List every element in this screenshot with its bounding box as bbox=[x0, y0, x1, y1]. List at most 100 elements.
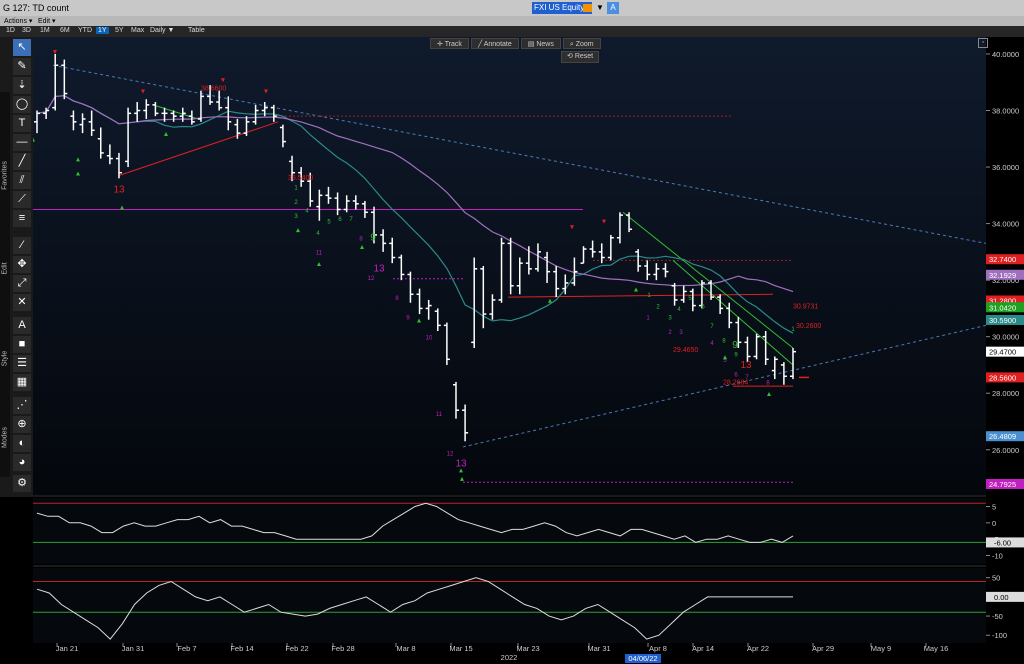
hline-icon[interactable]: — bbox=[13, 134, 31, 151]
edit-menu[interactable]: Edit ▾ bbox=[38, 17, 56, 25]
td-count-label: 12 bbox=[447, 451, 454, 457]
td-count-label: 11 bbox=[316, 251, 323, 257]
track-label: Track bbox=[444, 41, 462, 48]
price-badge-label: 24.7925 bbox=[989, 480, 1016, 489]
arrow-down-icon[interactable]: ⇣ bbox=[13, 77, 31, 94]
crosshair-icon[interactable]: ⊕ bbox=[13, 416, 31, 433]
zoom-button[interactable]: ⌕ Zoom bbox=[562, 38, 601, 49]
settings-icon[interactable]: ⚙ bbox=[13, 475, 31, 492]
date-tick-label: Feb 28 bbox=[331, 644, 354, 653]
reset-button[interactable]: ⟲ Reset bbox=[561, 51, 600, 63]
date-tick-label: Mar 8 bbox=[396, 644, 415, 653]
date-tick-label: Feb 22 bbox=[285, 644, 308, 653]
date-tick-label: Apr 29 bbox=[812, 644, 834, 653]
td-count-label: 10 bbox=[426, 336, 433, 342]
price-badge-label: 30.5900 bbox=[989, 316, 1016, 325]
drawing-toolbar: Favorites Edit Style Modes ↖ ✎ ⇣ ◯ T — ╱ ⫽ ⟋ ≡ ⁄ ✥ ⤢… bbox=[0, 37, 33, 497]
price-level-label: 38.6600 bbox=[201, 86, 226, 93]
palette-icon[interactable]: ◕ bbox=[13, 454, 31, 471]
range-1d[interactable]: 1D bbox=[4, 27, 17, 34]
date-tick-label: Apr 22 bbox=[747, 644, 769, 653]
ticker-dropdown-icon[interactable]: ▼ bbox=[596, 3, 604, 12]
window-titlebar: G 127: TD count FXI US Equity ▼ A bbox=[0, 0, 1024, 16]
oscillator-2-value-label: 0.00 bbox=[994, 593, 1009, 602]
track-button[interactable]: ✛ Track bbox=[430, 38, 469, 49]
favorites-section-label: Favorites bbox=[1, 161, 9, 190]
date-tick-label: Apr 8 bbox=[649, 644, 667, 653]
modes-section-label: Modes bbox=[1, 427, 9, 449]
price-badge-label: 32.1929 bbox=[989, 271, 1016, 280]
price-chart[interactable]: 131313139912111112109845 6 7812345678912 34… bbox=[33, 37, 1024, 664]
ellipse-icon[interactable]: ◯ bbox=[13, 96, 31, 113]
range-6m[interactable]: 6M bbox=[58, 27, 72, 34]
price-tick-label: 28.0000 bbox=[992, 389, 1019, 398]
date-tick-label: May 16 bbox=[924, 644, 949, 653]
price-tick-label: 38.0000 bbox=[992, 107, 1019, 116]
td-count-label: 13 bbox=[455, 459, 467, 470]
security-ticker-field[interactable]: FXI US Equity bbox=[532, 2, 592, 14]
dotted-icon[interactable]: ⋰ bbox=[13, 397, 31, 414]
path-icon[interactable]: ⟋ bbox=[13, 191, 31, 208]
actions-menu[interactable]: Actions ▾ bbox=[4, 17, 32, 25]
date-tick-label: May 9 bbox=[871, 644, 891, 653]
ticker-label: FXI US Equity bbox=[534, 3, 585, 12]
brush-icon[interactable]: ⁄ bbox=[13, 237, 31, 254]
range-bar: 1D 3D 1M 6M YTD 1Y 5Y Max Daily ▼ Table bbox=[0, 26, 1024, 37]
oscillator-2-tick-label: -100 bbox=[992, 631, 1007, 640]
range-1m[interactable]: 1M bbox=[38, 27, 52, 34]
text-icon[interactable]: T bbox=[13, 115, 31, 132]
price-badge-label: 29.4700 bbox=[989, 348, 1016, 357]
price-tick-label: 40.0000 bbox=[992, 50, 1019, 59]
oscillator-1-tick-label: 0 bbox=[992, 519, 996, 528]
channel-icon[interactable]: ⫽ bbox=[13, 172, 31, 189]
magnet-icon[interactable]: ◐ bbox=[13, 435, 31, 452]
date-tick-label: Mar 23 bbox=[516, 644, 539, 653]
price-badge-label: 32.7400 bbox=[989, 255, 1016, 264]
price-tick-label: 36.0000 bbox=[992, 163, 1019, 172]
zoom-label: Zoom bbox=[575, 41, 594, 48]
td-count-label: 9 bbox=[370, 233, 376, 244]
linestyle-icon[interactable]: ☰ bbox=[13, 355, 31, 372]
oscillator-2-tick-label: 50 bbox=[992, 574, 1000, 583]
fill-icon[interactable]: ▦ bbox=[13, 374, 31, 391]
price-tick-label: 26.0000 bbox=[992, 446, 1019, 455]
td-count-label: 13 bbox=[373, 264, 385, 275]
oscillator-1-tick-label: -10 bbox=[992, 551, 1003, 560]
range-5y[interactable]: 5Y bbox=[113, 27, 126, 34]
date-tick-label: Mar 15 bbox=[449, 644, 472, 653]
news-button[interactable]: ▤ News bbox=[520, 38, 561, 49]
range-table[interactable]: Table bbox=[186, 27, 207, 34]
font-icon[interactable]: A bbox=[13, 317, 31, 334]
td-count-label: 13 bbox=[740, 360, 752, 371]
price-level-label: 28.2684 bbox=[723, 380, 748, 387]
zoom-icon[interactable]: ⤢ bbox=[13, 275, 31, 292]
delete-icon[interactable]: ✕ bbox=[13, 294, 31, 311]
line-icon[interactable]: ╱ bbox=[13, 153, 31, 170]
date-tick-label: Apr 14 bbox=[692, 644, 714, 653]
pen-icon[interactable]: ✎ bbox=[13, 58, 31, 75]
range-ytd[interactable]: YTD bbox=[76, 27, 94, 34]
chart-controls: ✛ Track ╱ Annotate ▤ News ⌕ Zoom bbox=[430, 38, 601, 49]
price-level-label: 30.2600 bbox=[796, 323, 821, 330]
oscillator-2-tick-label: -50 bbox=[992, 612, 1003, 621]
range-max[interactable]: Max bbox=[129, 27, 146, 34]
range-1y[interactable]: 1Y bbox=[96, 27, 109, 34]
range-3d[interactable]: 3D bbox=[20, 27, 33, 34]
oscillator-1-tick-label: 5 bbox=[992, 503, 996, 512]
price-level-label: 30.9731 bbox=[793, 303, 818, 310]
annotate-button[interactable]: ╱ Annotate bbox=[470, 38, 519, 49]
panel-maximize-icon[interactable]: ▫ bbox=[978, 38, 988, 48]
range-daily[interactable]: Daily ▼ bbox=[148, 27, 176, 34]
color-icon[interactable]: ■ bbox=[13, 336, 31, 353]
cursor-icon[interactable]: ↖ bbox=[13, 39, 31, 56]
news-label: News bbox=[536, 41, 554, 48]
date-tick-label: Feb 14 bbox=[230, 644, 253, 653]
move-icon[interactable]: ✥ bbox=[13, 256, 31, 273]
date-axis-year: 2022 bbox=[501, 653, 518, 662]
assist-button[interactable]: A bbox=[607, 2, 619, 14]
price-tick-label: 34.0000 bbox=[992, 220, 1019, 229]
fib-icon[interactable]: ≡ bbox=[13, 210, 31, 227]
date-tick-label: Feb 7 bbox=[177, 644, 196, 653]
td-count-label: 9 bbox=[732, 340, 738, 351]
style-section-label: Style bbox=[1, 350, 9, 367]
